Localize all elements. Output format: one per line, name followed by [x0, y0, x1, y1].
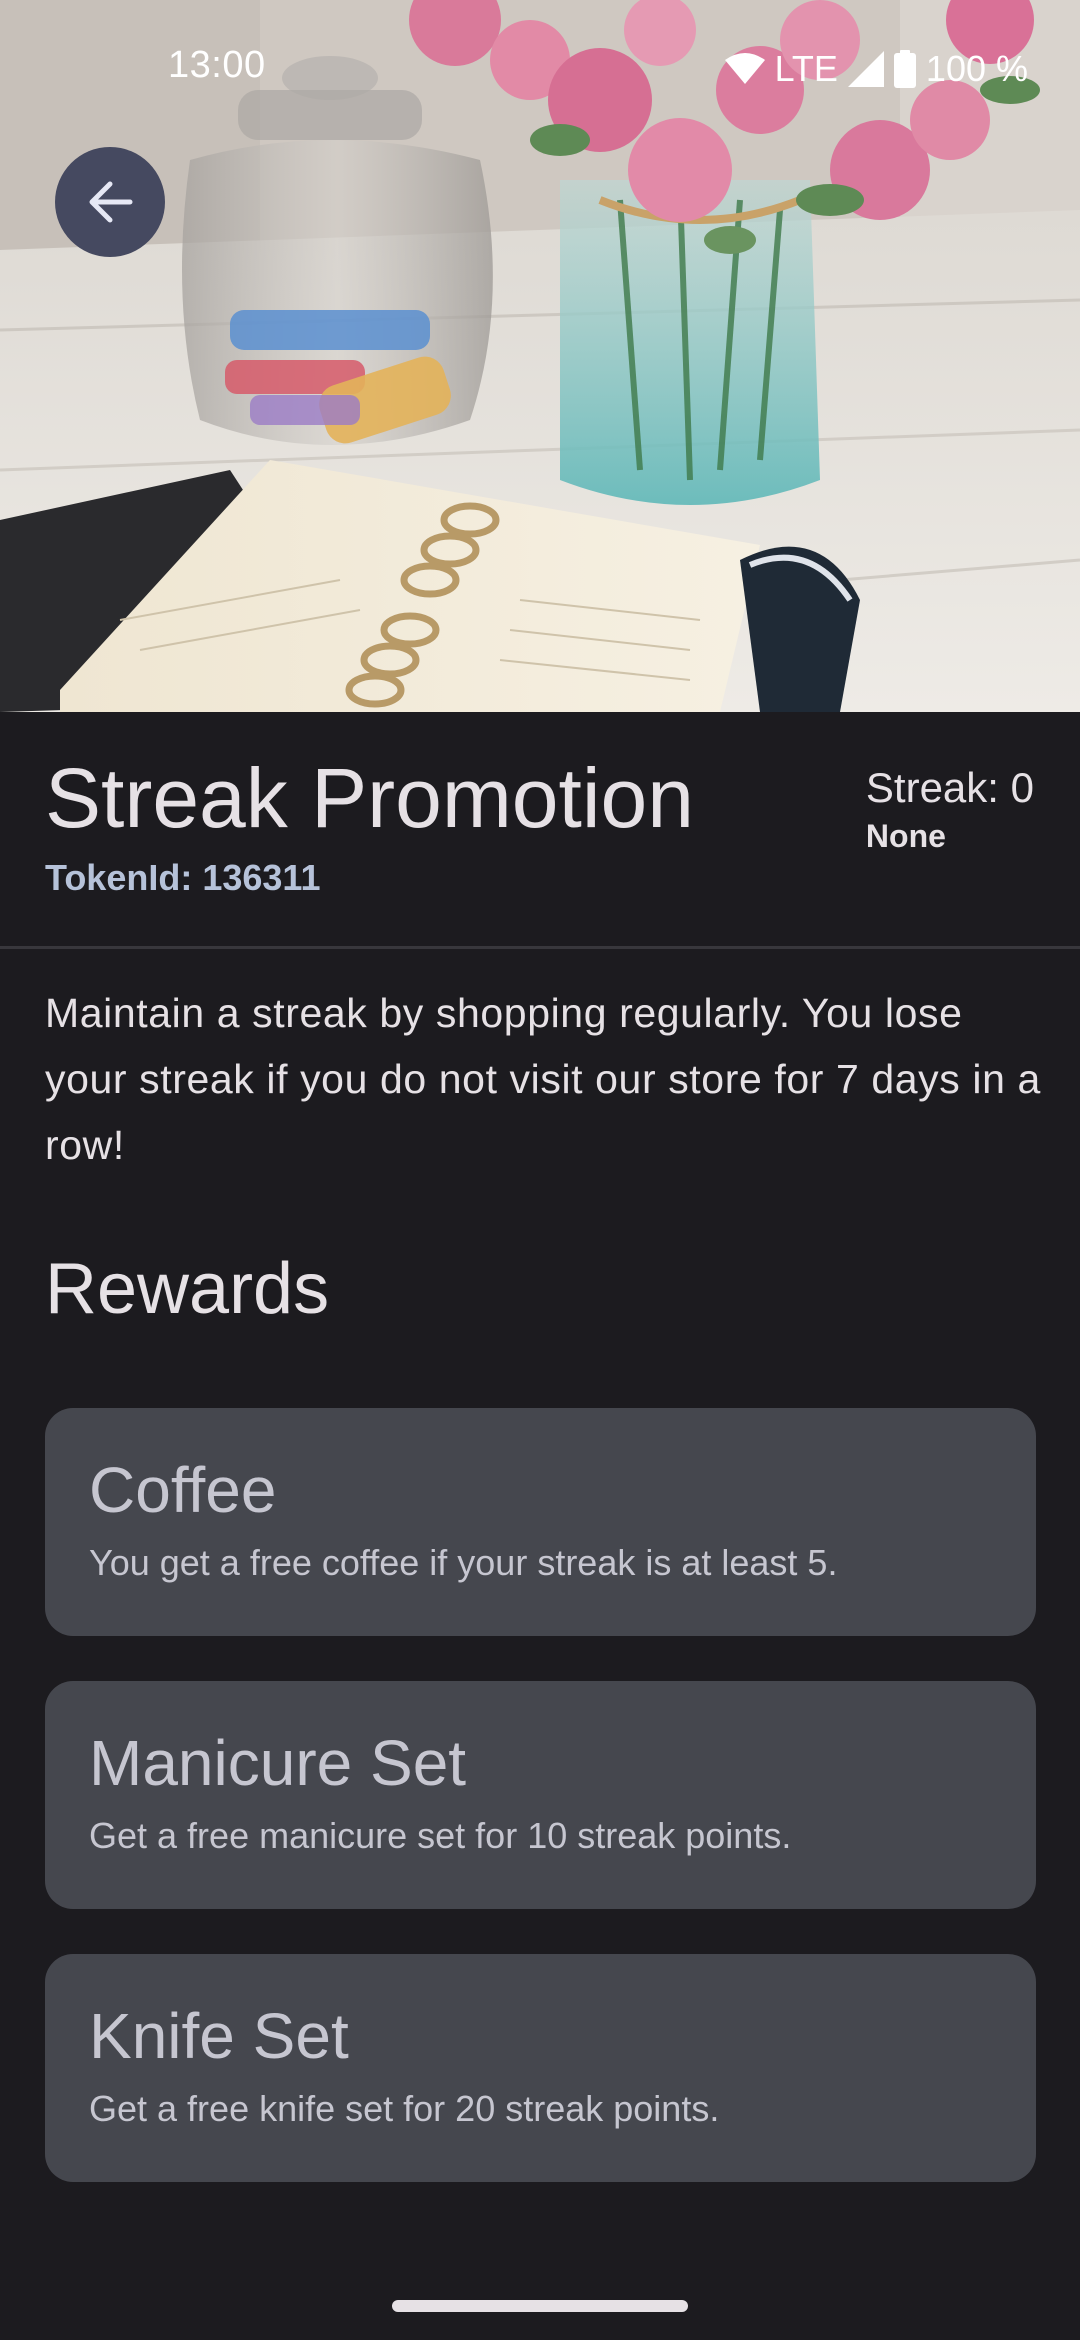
status-right: LTE 100 % — [724, 44, 1028, 94]
reward-card-knife-set[interactable]: Knife Set Get a free knife set for 20 st… — [45, 1954, 1036, 2182]
wifi-icon — [724, 52, 765, 86]
back-button[interactable] — [55, 147, 165, 257]
streak-level: None — [865, 818, 946, 854]
rewards-heading: Rewards — [45, 1249, 330, 1329]
streak-value: 0 — [1010, 764, 1034, 811]
page-title: Streak Promotion — [45, 751, 694, 845]
rewards-list: Coffee You get a free coffee if your str… — [45, 1408, 1036, 2182]
promotion-header: Streak Promotion TokenId: 136311 Streak: … — [0, 712, 1080, 948]
token-id: TokenId: 136311 — [45, 857, 320, 899]
reward-description: You get a free coffee if your streak is … — [89, 1542, 838, 1583]
divider — [0, 946, 1080, 949]
streak-info: Streak: 0 None — [866, 764, 1034, 855]
token-id-value: 136311 — [202, 857, 321, 898]
reward-title: Coffee — [89, 1454, 277, 1526]
streak-label: Streak: — [865, 764, 999, 811]
reward-description: Get a free manicure set for 10 streak po… — [89, 1815, 792, 1856]
gesture-nav-bar[interactable] — [392, 2300, 688, 2312]
network-type: LTE — [774, 48, 838, 89]
arrow-back-icon — [86, 180, 134, 224]
battery-percentage: 100 % — [925, 48, 1028, 89]
reward-description: Get a free knife set for 20 streak point… — [89, 2088, 720, 2129]
reward-card-manicure-set[interactable]: Manicure Set Get a free manicure set for… — [45, 1681, 1036, 1909]
battery-icon — [893, 50, 916, 88]
reward-title: Knife Set — [89, 2000, 349, 2072]
reward-card-coffee[interactable]: Coffee You get a free coffee if your str… — [45, 1408, 1036, 1636]
promotion-description: Maintain a streak by shopping regularly.… — [45, 990, 1041, 1168]
streak-count: Streak: 0 — [866, 764, 1034, 812]
status-bar: 13:00 LTE 100 % — [0, 0, 1080, 140]
reward-title: Manicure Set — [89, 1727, 467, 1799]
screen: 13:00 LTE 100 % Streak Promotion TokenId… — [0, 0, 1080, 2340]
cell-signal-icon — [847, 51, 884, 87]
token-id-label: TokenId: — [45, 857, 193, 898]
status-time: 13:00 — [168, 44, 266, 86]
